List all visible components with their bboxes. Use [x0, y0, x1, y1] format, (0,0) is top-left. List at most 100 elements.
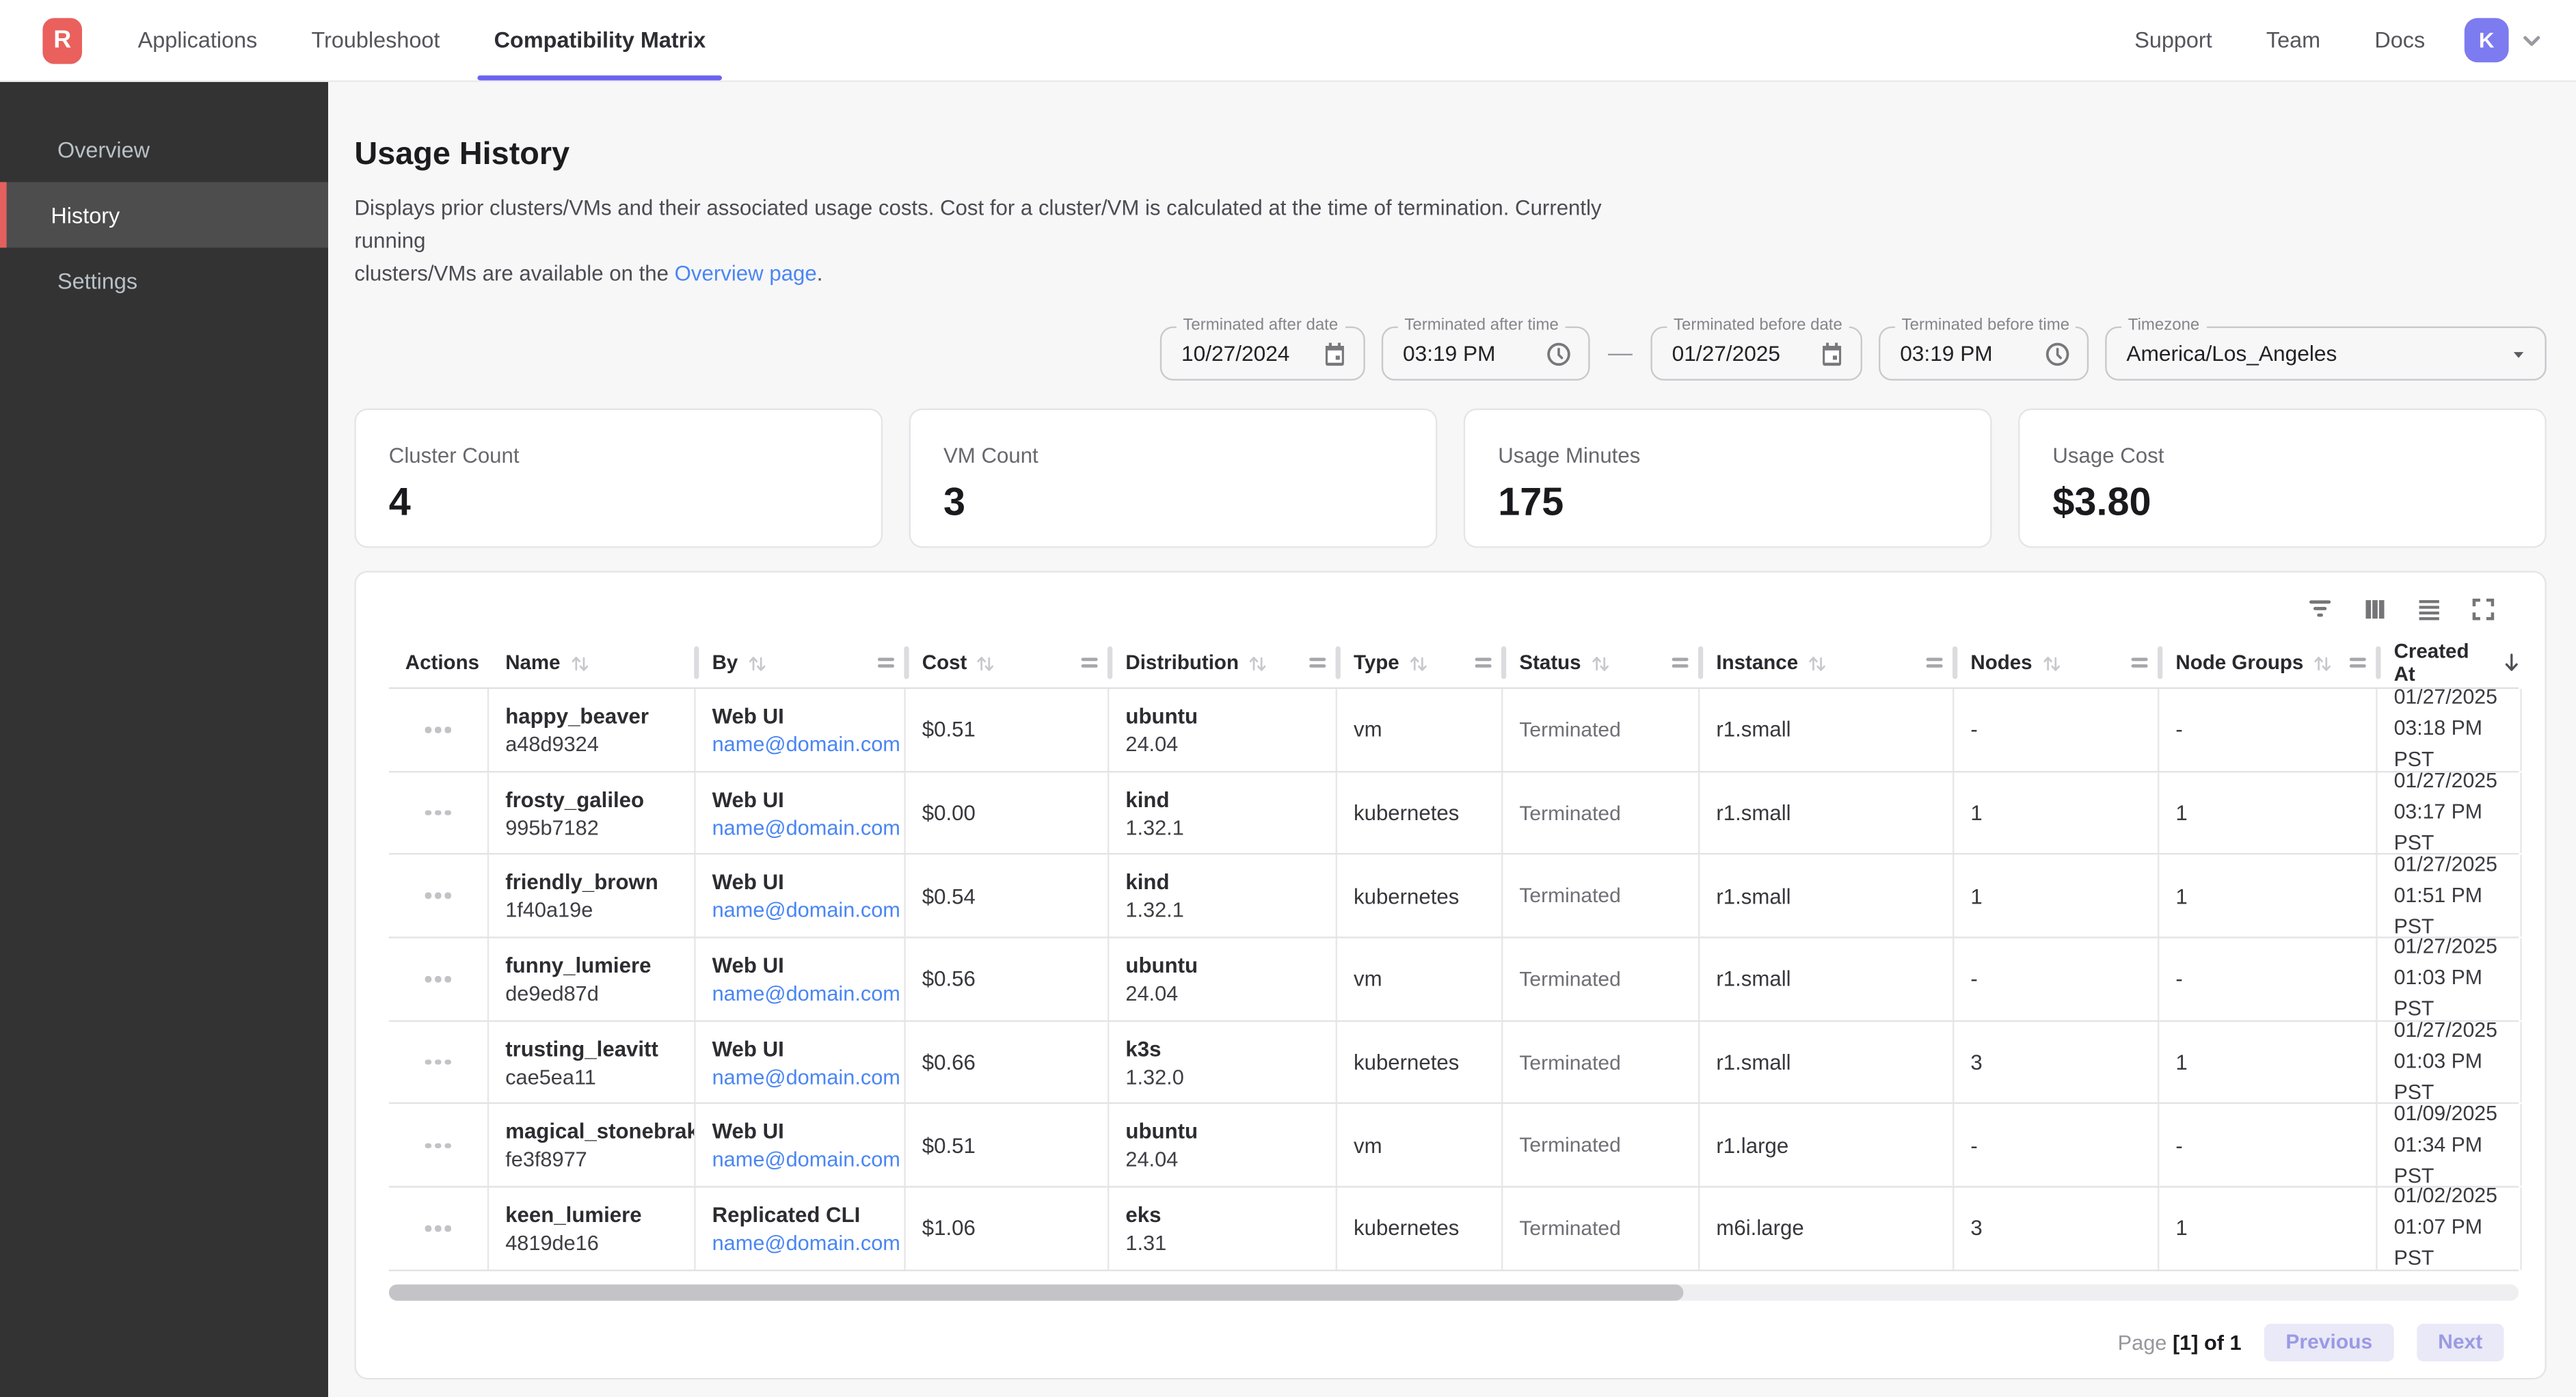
column-header[interactable]: Node Groups — [2159, 638, 2377, 688]
table-row[interactable]: magical_stonebraker fe3f8977 Web UI name… — [389, 1104, 2519, 1188]
topnav-item[interactable]: Support — [2134, 0, 2212, 81]
column-menu-icon[interactable] — [2350, 657, 2366, 668]
status-badge: Terminated — [1519, 1217, 1698, 1240]
stat-label: Usage Minutes — [1498, 443, 1957, 467]
table-row[interactable]: trusting_leavitt cae5ea11 Web UI name@do… — [389, 1022, 2519, 1105]
node-groups-cell: 1 — [2159, 855, 2377, 936]
app-logo[interactable]: R — [42, 17, 82, 63]
column-menu-icon[interactable] — [2132, 657, 2148, 668]
terminated-after-date-field[interactable]: Terminated after date 10/27/2024 — [1160, 327, 1365, 381]
distribution-name: ubuntu — [1125, 1119, 1335, 1143]
sort-arrows-icon[interactable] — [1589, 652, 1611, 673]
column-header[interactable]: By — [696, 638, 906, 688]
topnav-item[interactable]: Troubleshoot — [312, 0, 440, 81]
column-separator[interactable] — [903, 647, 908, 679]
fullscreen-icon[interactable] — [2469, 595, 2495, 621]
table-row[interactable]: happy_beaver a48d9324 Web UI name@domain… — [389, 689, 2519, 772]
table-row[interactable]: friendly_brown 1f40a19e Web UI name@doma… — [389, 855, 2519, 938]
table-row[interactable]: funny_lumiere de9ed87d Web UI name@domai… — [389, 938, 2519, 1022]
email-link[interactable]: name@domain.com — [712, 897, 904, 922]
topnav-item[interactable]: Applications — [138, 0, 258, 81]
email-link[interactable]: name@domain.com — [712, 1147, 904, 1171]
scrollbar-thumb[interactable] — [389, 1284, 1684, 1301]
column-header[interactable]: Instance — [1700, 638, 1954, 688]
column-header[interactable]: Distribution — [1109, 638, 1337, 688]
sort-arrows-icon[interactable] — [746, 652, 767, 673]
more-options-icon[interactable] — [419, 970, 457, 989]
sort-arrows-icon[interactable] — [2311, 652, 2333, 673]
distribution-name: ubuntu — [1125, 703, 1335, 728]
by-cell: Web UI name@domain.com — [696, 689, 906, 770]
topnav-item[interactable]: Team — [2266, 0, 2320, 81]
topnav-item-label: Troubleshoot — [312, 28, 440, 53]
column-separator[interactable] — [2375, 647, 2380, 679]
column-menu-icon[interactable] — [1672, 657, 1689, 668]
sort-arrows-icon[interactable] — [975, 652, 996, 673]
status-cell: Terminated — [1503, 772, 1700, 854]
column-separator[interactable] — [1334, 647, 1339, 679]
sidebar-item[interactable]: History — [0, 182, 328, 247]
horizontal-scrollbar[interactable] — [389, 1284, 2519, 1301]
column-header[interactable]: Cost — [906, 638, 1110, 688]
calendar-icon[interactable] — [1322, 341, 1347, 366]
column-separator[interactable] — [693, 647, 698, 679]
more-options-icon[interactable] — [419, 803, 457, 822]
email-link[interactable]: name@domain.com — [712, 1064, 904, 1089]
column-separator[interactable] — [1501, 647, 1505, 679]
column-header[interactable]: Created At — [2378, 638, 2522, 688]
more-options-icon[interactable] — [419, 886, 457, 906]
terminated-after-time-field[interactable]: Terminated after time 03:19 PM — [1382, 327, 1590, 381]
calendar-icon[interactable] — [1820, 341, 1844, 366]
column-header[interactable]: Nodes — [1954, 638, 2159, 688]
view-columns-icon[interactable] — [2361, 595, 2387, 621]
sort-arrows-icon[interactable] — [1408, 652, 1429, 673]
filter-list-icon[interactable] — [2307, 595, 2333, 621]
row-density-icon[interactable] — [2415, 595, 2441, 621]
column-header[interactable]: Actions — [389, 638, 489, 688]
terminated-before-time-field[interactable]: Terminated before time 03:19 PM — [1879, 327, 2089, 381]
email-link[interactable]: name@domain.com — [712, 1230, 904, 1255]
table-row[interactable]: frosty_galileo 995b7182 Web UI name@doma… — [389, 772, 2519, 856]
clock-icon[interactable] — [1546, 340, 1572, 366]
sidebar-item[interactable]: Overview — [0, 116, 328, 182]
email-link[interactable]: name@domain.com — [712, 815, 904, 839]
column-menu-icon[interactable] — [1475, 657, 1492, 668]
column-menu-icon[interactable] — [1309, 657, 1326, 668]
sort-arrows-icon[interactable] — [569, 652, 590, 673]
more-options-icon[interactable] — [419, 1219, 457, 1238]
chevron-down-icon[interactable] — [2520, 29, 2543, 52]
column-menu-icon[interactable] — [878, 657, 894, 668]
sidebar-item[interactable]: Settings — [0, 247, 328, 313]
column-separator[interactable] — [1698, 647, 1702, 679]
clock-icon[interactable] — [2044, 340, 2070, 366]
column-header-label: Name — [505, 651, 560, 675]
table-row[interactable]: keen_lumiere 4819de16 Replicated CLI nam… — [389, 1188, 2519, 1271]
sort-arrows-icon[interactable] — [2041, 652, 2062, 673]
column-menu-icon[interactable] — [1927, 657, 1943, 668]
column-header[interactable]: Type — [1337, 638, 1503, 688]
column-separator[interactable] — [1107, 647, 1112, 679]
created-date: 01/27/2025 — [2394, 689, 2521, 714]
sort-arrows-icon[interactable] — [1806, 652, 1827, 673]
column-separator[interactable] — [1952, 647, 1957, 679]
more-options-icon[interactable] — [419, 1053, 457, 1072]
column-header[interactable]: Name — [489, 638, 695, 688]
email-link[interactable]: name@domain.com — [712, 731, 904, 756]
column-menu-icon[interactable] — [1082, 657, 1098, 668]
user-avatar[interactable]: K — [2465, 18, 2509, 62]
topnav-item[interactable]: Compatibility Matrix — [494, 0, 706, 81]
column-header[interactable]: Status — [1503, 638, 1700, 688]
email-link[interactable]: name@domain.com — [712, 981, 904, 1005]
next-page-button[interactable]: Next — [2417, 1323, 2504, 1361]
previous-page-button[interactable]: Previous — [2264, 1323, 2393, 1361]
more-options-icon[interactable] — [419, 720, 457, 740]
timezone-select[interactable]: Timezone America/Los_Angeles — [2105, 327, 2547, 381]
sort-arrows-icon[interactable] — [1247, 652, 1268, 673]
stat-value: 175 — [1498, 480, 1957, 526]
more-options-icon[interactable] — [419, 1136, 457, 1155]
terminated-before-date-field[interactable]: Terminated before date 01/27/2025 — [1650, 327, 1862, 381]
column-separator[interactable] — [2157, 647, 2162, 679]
overview-page-link[interactable]: Overview page — [675, 261, 817, 286]
topnav-item[interactable]: Docs — [2374, 0, 2425, 81]
sorted-descending-icon[interactable] — [2499, 651, 2521, 675]
